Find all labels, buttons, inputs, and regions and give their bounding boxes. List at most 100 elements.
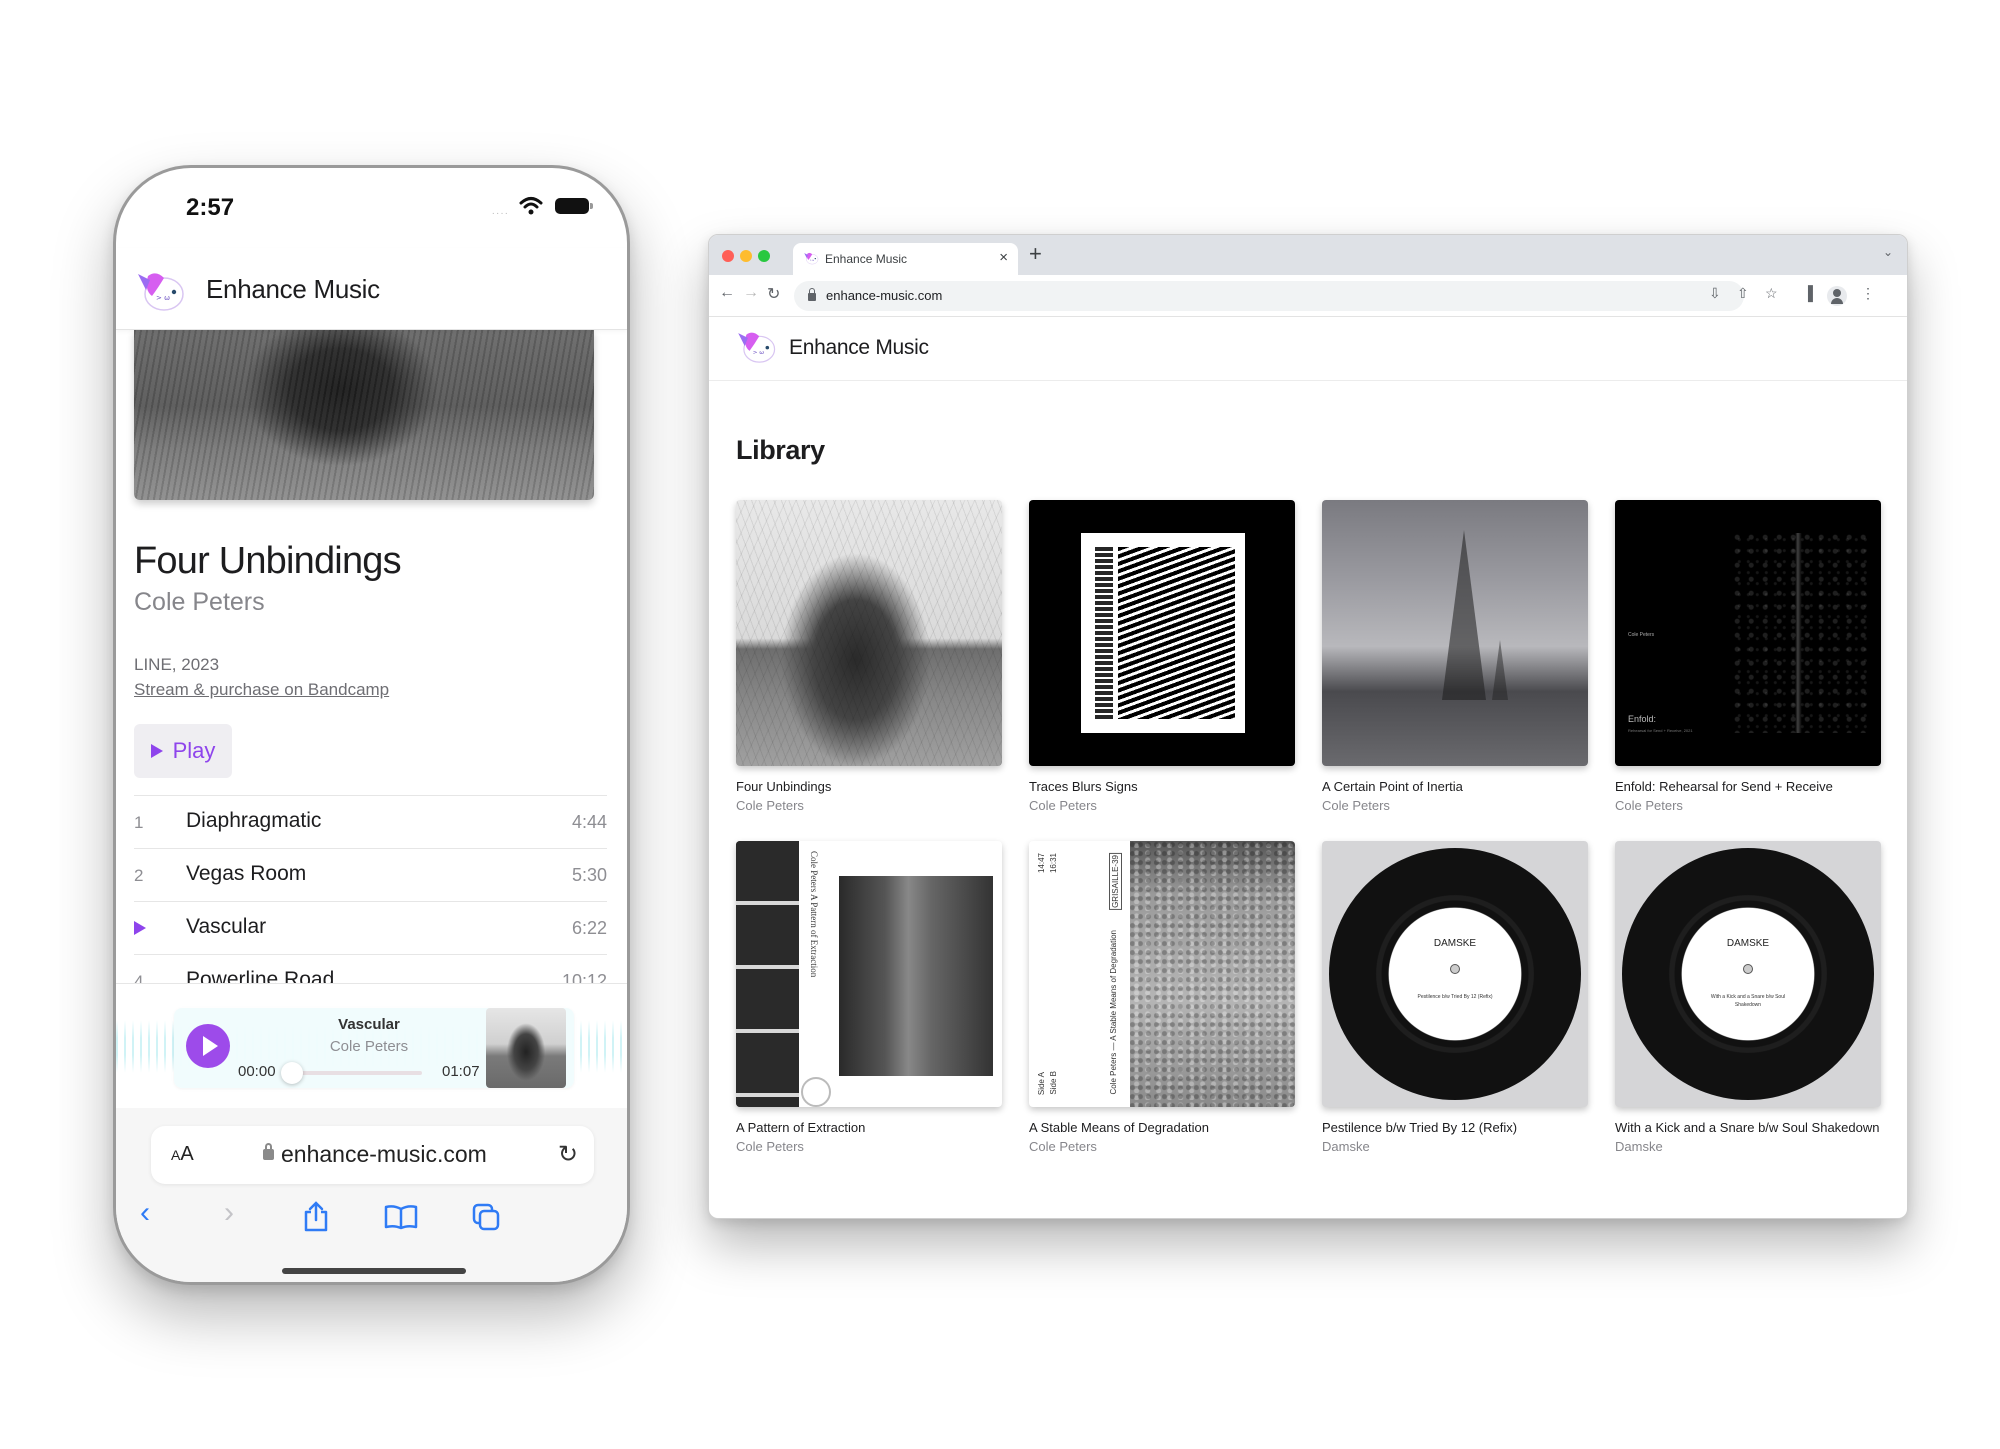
player-card: Vascular Cole Peters 00:00 01:07 — [174, 1008, 574, 1088]
cover-spine-text: Cole Peters — A Stable Means of Degradat… — [1109, 930, 1118, 1095]
album-artist: Damske — [1615, 1139, 1663, 1154]
album-title: Enfold: Rehearsal for Send + Receive — [1615, 779, 1833, 794]
album-title: A Certain Point of Inertia — [1322, 779, 1463, 794]
cover-title-text: Enfold: — [1628, 714, 1657, 724]
record-label-brand: DAMSKE — [1726, 938, 1770, 949]
tab-enhance-music[interactable]: Enhance Music × — [793, 243, 1018, 276]
play-icon — [150, 744, 163, 758]
forward-arrow-icon[interactable]: → — [743, 284, 759, 302]
album-artist: Damske — [1322, 1139, 1370, 1154]
play-button[interactable]: Play — [134, 724, 232, 778]
bookmark-star-icon[interactable]: ☆ — [1765, 285, 1778, 302]
share-icon[interactable]: ⇧ — [1737, 285, 1749, 302]
player-album-art — [486, 1008, 566, 1088]
record-label-text: Pestilence b/w Tried By 12 (Refix) — [1417, 994, 1493, 1000]
player-seek-slider[interactable] — [281, 1062, 422, 1084]
tab-search-chevron-icon[interactable]: ⌄ — [1883, 245, 1893, 259]
enhance-music-logo-icon[interactable] — [134, 266, 186, 314]
track-name: Diaphragmatic — [186, 809, 322, 832]
close-tab-icon[interactable]: × — [999, 249, 1008, 266]
track-row[interactable]: 2 Vegas Room 5:30 — [134, 848, 607, 901]
status-bar: 2:57 ···· — [116, 168, 627, 248]
new-tab-button[interactable]: + — [1029, 241, 1042, 267]
safari-url[interactable]: enhance-music.com — [281, 1141, 487, 1168]
vinyl-record-graphic — [1329, 848, 1581, 1100]
page-title: Library — [736, 435, 825, 465]
album-artist: Cole Peters — [134, 588, 265, 616]
now-playing-icon — [134, 919, 154, 940]
record-label-text: With a Kick and a Snare b/w Soul Shakedo… — [1710, 994, 1786, 1008]
tab-strip: Enhance Music × + ⌄ — [709, 235, 1907, 276]
album-title: With a Kick and a Snare b/w Soul Shakedo… — [1615, 1120, 1880, 1135]
album-label-year: LINE, 2023 — [134, 655, 220, 674]
safari-address-bar[interactable]: AA enhance-music.com ↻ — [151, 1126, 594, 1184]
back-arrow-icon[interactable]: ← — [719, 284, 735, 302]
home-indicator[interactable] — [282, 1268, 466, 1274]
album-cover: DAMSKE Pestilence b/w Tried By 12 (Refix… — [1322, 841, 1588, 1107]
cover-artist-text: Cole Peters — [1628, 632, 1655, 638]
text-size-button[interactable]: AA — [171, 1143, 194, 1166]
side-panel-icon[interactable]: ▐ — [1803, 285, 1813, 301]
track-name: Vegas Room — [186, 862, 307, 885]
profile-avatar-icon[interactable] — [1827, 286, 1847, 306]
album-title: A Pattern of Extraction — [736, 1120, 866, 1135]
track-duration: 4:44 — [571, 812, 607, 832]
album-title: Pestilence b/w Tried By 12 (Refix) — [1322, 1120, 1518, 1135]
minimize-window-button[interactable] — [740, 250, 752, 262]
track-name: Vascular — [186, 915, 267, 938]
phone-mockup: 2:57 ···· Enhance Music Four Unbindings … — [113, 165, 630, 1285]
forward-icon[interactable]: › — [224, 1196, 234, 1230]
album-cover: DAMSKE With a Kick and a Snare b/w Soul … — [1615, 841, 1881, 1107]
status-time: 2:57 — [186, 194, 235, 221]
track-duration: 6:22 — [571, 918, 607, 938]
album-title: Four Unbindings — [736, 779, 832, 794]
tabs-icon[interactable] — [471, 1202, 501, 1232]
player-total-time: 01:07 — [442, 1063, 480, 1080]
more-menu-icon[interactable]: ⋮ — [1861, 285, 1875, 302]
track-duration: 5:30 — [571, 865, 607, 885]
bandcamp-link[interactable]: Stream & purchase on Bandcamp — [134, 680, 389, 700]
album-artist: Cole Peters — [736, 1139, 804, 1154]
site-header: Enhance Music — [709, 317, 1907, 381]
play-button-label: Play — [172, 738, 216, 763]
cover-spine-text: Cole Peters A Pattern of Extraction — [809, 851, 819, 978]
album-cover: Side A Side B 14:47 16:31 GRISAILLE-39 C… — [1029, 841, 1295, 1107]
close-window-button[interactable] — [722, 250, 734, 262]
enhance-music-logo-icon[interactable] — [735, 326, 777, 366]
wifi-icon — [519, 197, 543, 215]
cover-time-b: 16:31 — [1049, 853, 1058, 874]
album-artist: Cole Peters — [1615, 798, 1683, 813]
address-bar[interactable]: enhance-music.com — [794, 281, 1744, 311]
album-cover: Cole Peters A Pattern of Extraction — [736, 841, 1002, 1107]
cellular-signal-icon: ···· — [491, 208, 509, 219]
record-label-brand: DAMSKE — [1433, 938, 1477, 949]
reload-icon[interactable]: ↻ — [767, 284, 780, 304]
album-cover-image — [134, 330, 594, 500]
player-play-button[interactable] — [186, 1024, 230, 1068]
address-url[interactable]: enhance-music.com — [826, 288, 942, 303]
favicon-icon — [803, 250, 819, 266]
player-artist: Cole Peters — [329, 1038, 409, 1055]
seek-slider-handle[interactable] — [281, 1062, 303, 1084]
pylon-graphic — [1492, 640, 1508, 700]
maximize-window-button[interactable] — [758, 250, 770, 262]
album-artist: Cole Peters — [736, 798, 804, 813]
site-title[interactable]: Enhance Music — [789, 336, 929, 360]
tab-title: Enhance Music — [825, 252, 908, 266]
album-cover: Cole Peters Enfold: Rehearsal for Send +… — [1615, 500, 1881, 766]
site-title[interactable]: Enhance Music — [206, 274, 380, 305]
reload-icon[interactable]: ↻ — [558, 1140, 578, 1169]
bookmarks-icon[interactable] — [384, 1204, 418, 1230]
back-icon[interactable]: ‹ — [140, 1196, 150, 1230]
cover-time-a: 14:47 — [1037, 853, 1046, 874]
install-app-icon[interactable]: ⇩ — [1709, 285, 1721, 302]
track-number: 1 — [134, 813, 144, 832]
lock-icon — [263, 1143, 274, 1160]
track-row[interactable]: Vascular 6:22 — [134, 901, 607, 954]
album-title: A Stable Means of Degradation — [1029, 1120, 1209, 1135]
track-row[interactable]: 1 Diaphragmatic 4:44 — [134, 795, 607, 848]
player-track-title: Vascular — [338, 1016, 400, 1033]
share-icon[interactable] — [302, 1200, 330, 1232]
seal-icon — [801, 1077, 831, 1107]
album-artist: Cole Peters — [1029, 1139, 1097, 1154]
